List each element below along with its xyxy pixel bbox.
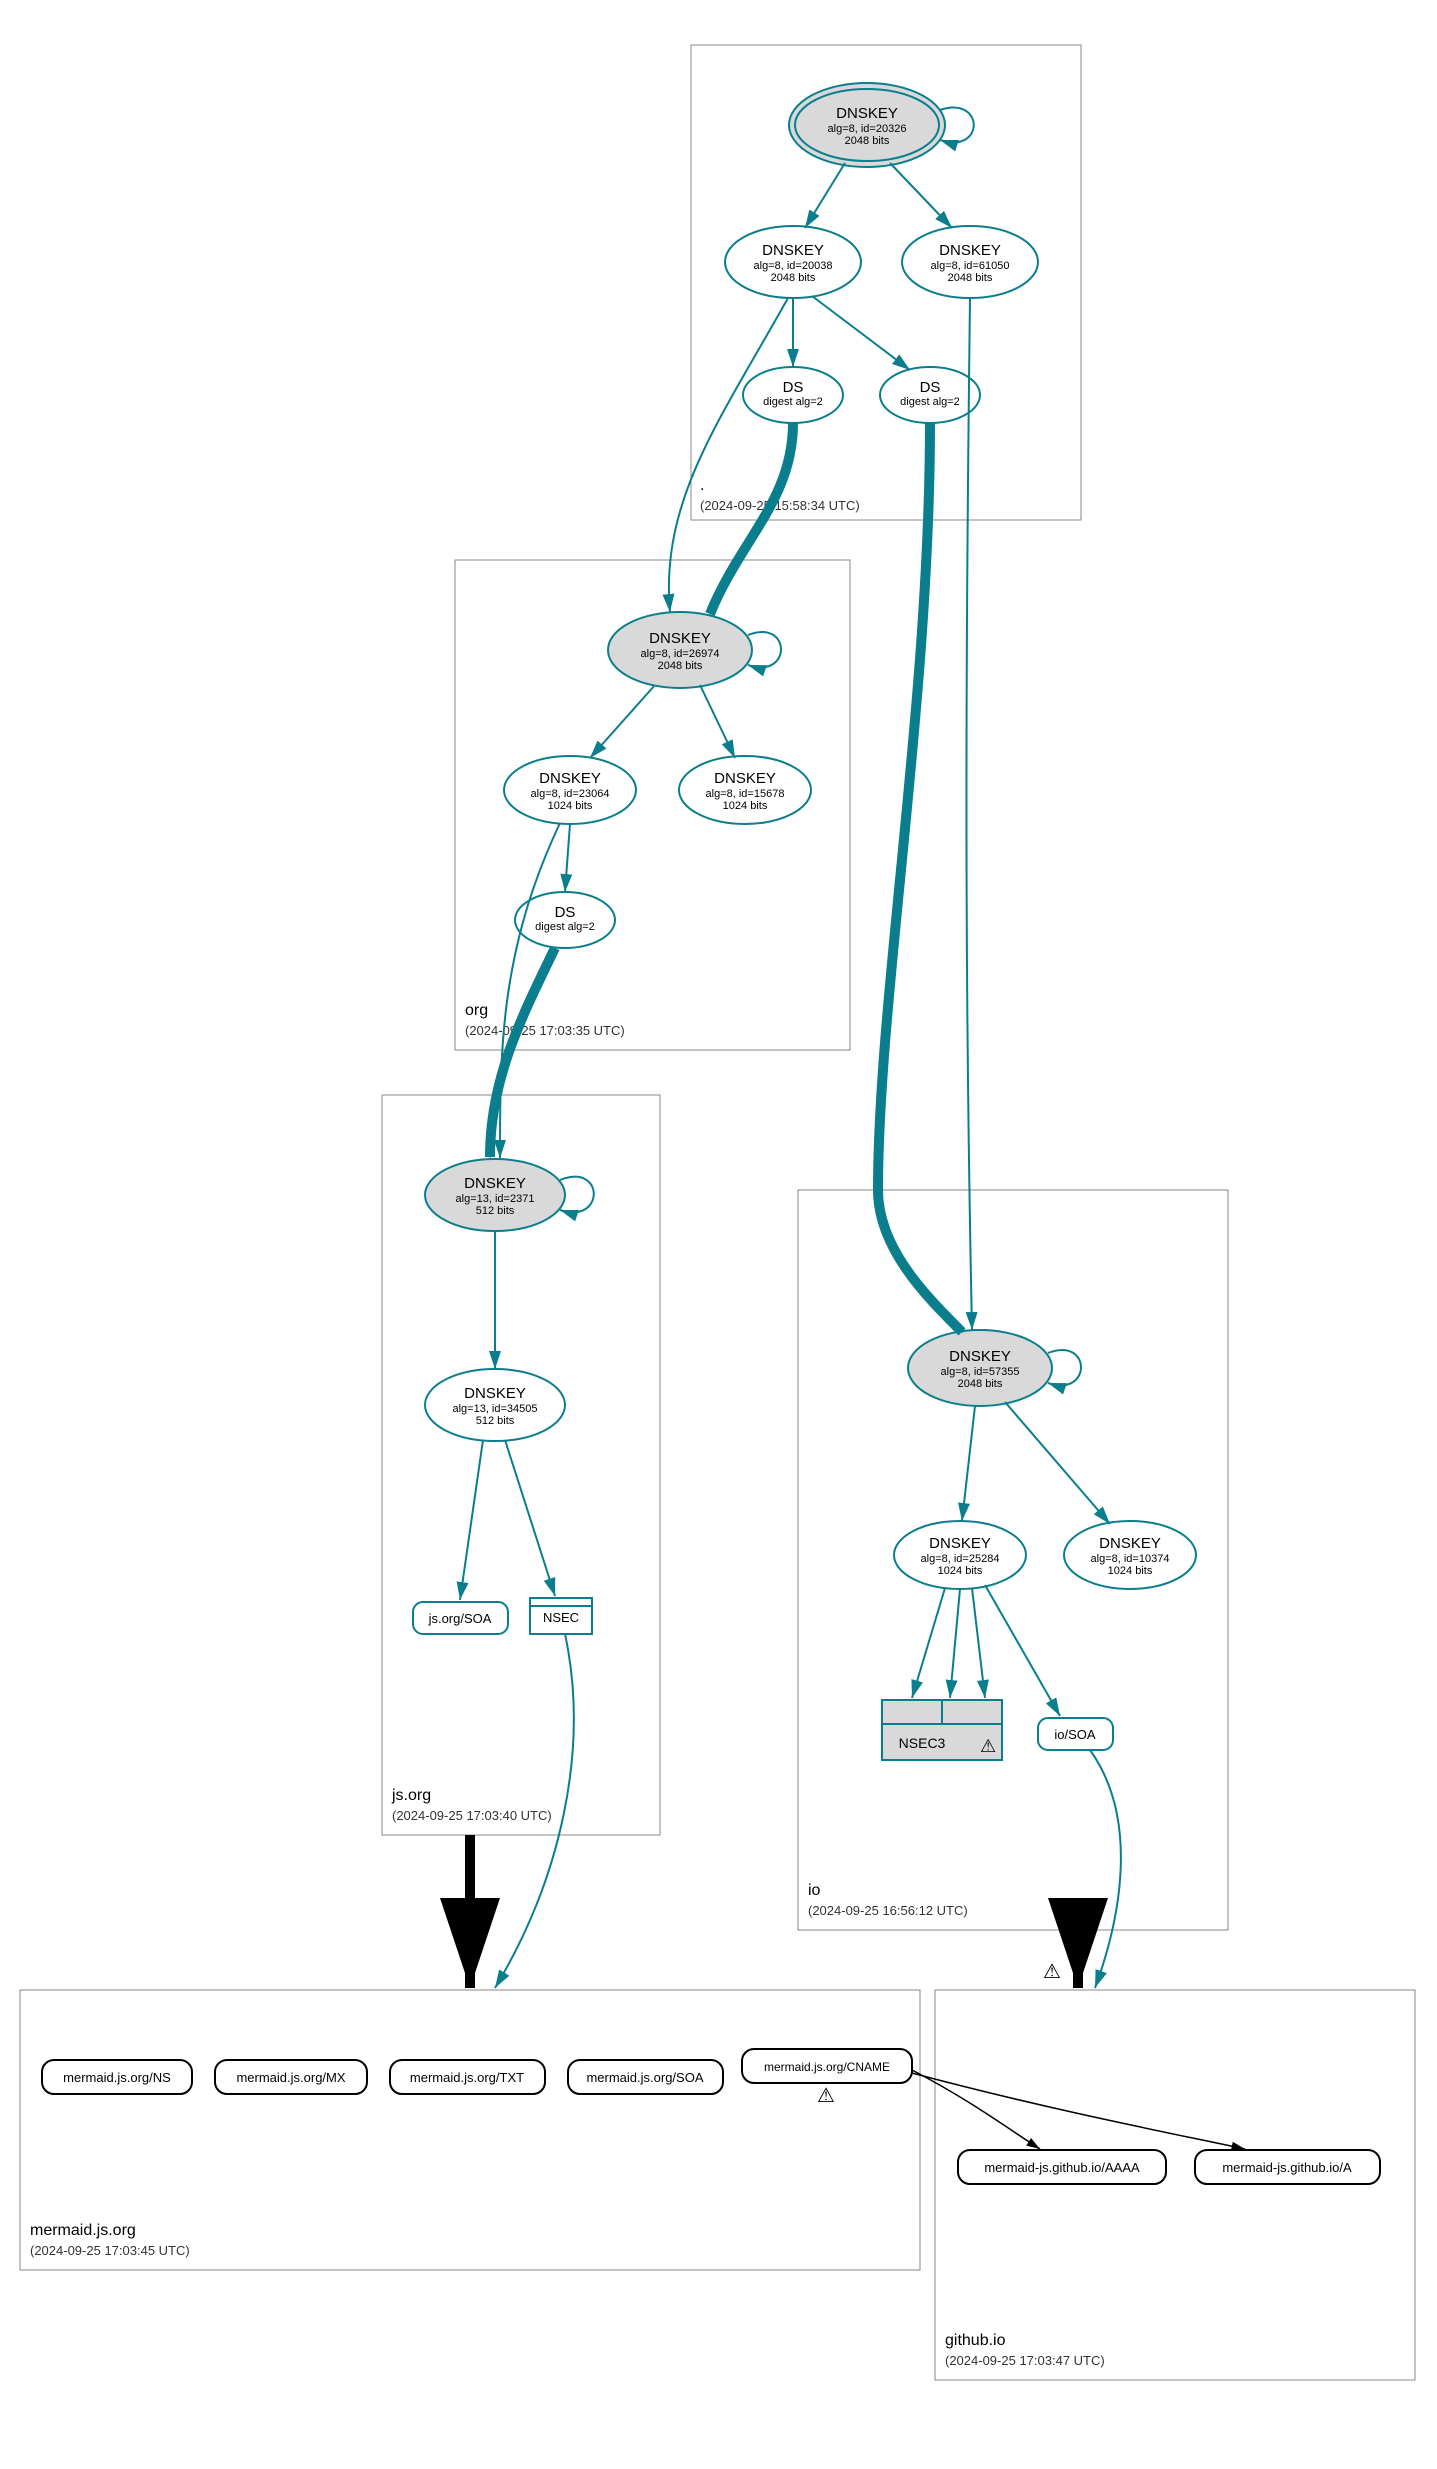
zone-jsorg: js.org (2024-09-25 17:03:40 UTC) DNSKEY …: [382, 1095, 660, 1835]
svg-text:alg=8, id=15678: alg=8, id=15678: [706, 788, 785, 800]
zone-root: . (2024-09-25 15:58:34 UTC) DNSKEY alg=8…: [691, 45, 1081, 520]
svg-text:DNSKEY: DNSKEY: [649, 630, 711, 647]
node-io-ksk[interactable]: DNSKEY alg=8, id=57355 2048 bits: [908, 1330, 1052, 1406]
zone-org-label: org: [465, 1002, 488, 1019]
node-m-txt[interactable]: mermaid.js.org/TXT: [390, 2060, 545, 2094]
svg-text:mermaid.js.org/NS: mermaid.js.org/NS: [63, 2070, 171, 2085]
zone-root-label: .: [700, 477, 704, 494]
node-io-soa[interactable]: io/SOA: [1038, 1718, 1113, 1750]
zone-githubio-time: (2024-09-25 17:03:47 UTC): [945, 2353, 1105, 2368]
svg-text:alg=8, id=61050: alg=8, id=61050: [931, 260, 1010, 272]
node-gh-aaaa[interactable]: mermaid-js.github.io/AAAA: [958, 2150, 1166, 2184]
zone-org-time: (2024-09-25 17:03:35 UTC): [465, 1023, 625, 1038]
zone-githubio-label: github.io: [945, 2332, 1006, 2349]
node-io-zsk2[interactable]: DNSKEY alg=8, id=10374 1024 bits: [1064, 1521, 1196, 1589]
svg-text:DNSKEY: DNSKEY: [464, 1385, 526, 1402]
svg-text:2048 bits: 2048 bits: [845, 135, 890, 147]
warning-icon: ⚠: [1043, 1961, 1061, 1983]
node-gh-a[interactable]: mermaid-js.github.io/A: [1195, 2150, 1380, 2184]
warning-icon: ⚠: [980, 1736, 996, 1756]
svg-text:mermaid.js.org/CNAME: mermaid.js.org/CNAME: [764, 2060, 890, 2074]
svg-text:digest alg=2: digest alg=2: [763, 396, 823, 408]
svg-text:512 bits: 512 bits: [476, 1205, 515, 1217]
node-root-zsk2[interactable]: DNSKEY alg=8, id=61050 2048 bits: [902, 226, 1038, 298]
svg-text:alg=8, id=20326: alg=8, id=20326: [828, 123, 907, 135]
node-m-ns[interactable]: mermaid.js.org/NS: [42, 2060, 192, 2094]
svg-text:js.org/SOA: js.org/SOA: [428, 1611, 492, 1626]
warning-icon: ⚠: [817, 2085, 835, 2107]
svg-text:NSEC3: NSEC3: [899, 1735, 946, 1751]
svg-text:alg=13, id=34505: alg=13, id=34505: [452, 1403, 537, 1415]
svg-text:NSEC: NSEC: [543, 1610, 579, 1625]
svg-text:DS: DS: [920, 379, 941, 396]
node-org-zsk2[interactable]: DNSKEY alg=8, id=15678 1024 bits: [679, 756, 811, 824]
svg-text:mermaid.js.org/SOA: mermaid.js.org/SOA: [586, 2070, 703, 2085]
svg-text:DNSKEY: DNSKEY: [836, 105, 898, 122]
zone-mermaidjsorg-label: mermaid.js.org: [30, 2222, 136, 2239]
node-root-zsk1[interactable]: DNSKEY alg=8, id=20038 2048 bits: [725, 226, 861, 298]
svg-text:1024 bits: 1024 bits: [938, 1565, 983, 1577]
svg-text:DNSKEY: DNSKEY: [949, 1348, 1011, 1365]
svg-text:alg=8, id=20038: alg=8, id=20038: [754, 260, 833, 272]
node-root-ds2[interactable]: DS digest alg=2: [880, 367, 980, 423]
svg-text:DNSKEY: DNSKEY: [939, 242, 1001, 259]
svg-text:DS: DS: [783, 379, 804, 396]
zone-githubio: github.io (2024-09-25 17:03:47 UTC) merm…: [935, 1990, 1415, 2380]
zone-io-time: (2024-09-25 16:56:12 UTC): [808, 1903, 968, 1918]
svg-text:DNSKEY: DNSKEY: [1099, 1535, 1161, 1552]
svg-text:io/SOA: io/SOA: [1054, 1727, 1096, 1742]
svg-text:mermaid-js.github.io/AAAA: mermaid-js.github.io/AAAA: [984, 2160, 1140, 2175]
zone-mermaidjsorg-time: (2024-09-25 17:03:45 UTC): [30, 2243, 190, 2258]
edge-delegation: [878, 423, 930, 1190]
svg-text:1024 bits: 1024 bits: [548, 800, 593, 812]
svg-text:2048 bits: 2048 bits: [948, 272, 993, 284]
zone-root-time: (2024-09-25 15:58:34 UTC): [700, 498, 860, 513]
node-root-ds1[interactable]: DS digest alg=2: [743, 367, 843, 423]
svg-text:alg=8, id=23064: alg=8, id=23064: [531, 788, 610, 800]
svg-text:mermaid.js.org/MX: mermaid.js.org/MX: [236, 2070, 345, 2085]
zone-io-label: io: [808, 1882, 821, 1899]
svg-text:digest alg=2: digest alg=2: [900, 396, 960, 408]
svg-text:alg=13, id=2371: alg=13, id=2371: [456, 1193, 535, 1205]
node-io-nsec3[interactable]: NSEC3 ⚠: [882, 1700, 1002, 1760]
node-io-zsk1[interactable]: DNSKEY alg=8, id=25284 1024 bits: [894, 1521, 1026, 1589]
zone-io: io (2024-09-25 16:56:12 UTC) DNSKEY alg=…: [798, 1190, 1228, 1930]
svg-text:DNSKEY: DNSKEY: [539, 770, 601, 787]
svg-text:alg=8, id=57355: alg=8, id=57355: [941, 1366, 1020, 1378]
svg-text:DNSKEY: DNSKEY: [714, 770, 776, 787]
svg-text:DNSKEY: DNSKEY: [762, 242, 824, 259]
zone-jsorg-label: js.org: [391, 1787, 431, 1804]
zone-org: org (2024-09-25 17:03:35 UTC) DNSKEY alg…: [455, 560, 850, 1050]
zone-mermaidjsorg: mermaid.js.org (2024-09-25 17:03:45 UTC)…: [20, 1990, 920, 2270]
svg-text:DS: DS: [555, 904, 576, 921]
svg-text:alg=8, id=25284: alg=8, id=25284: [921, 1553, 1000, 1565]
svg-text:2048 bits: 2048 bits: [958, 1378, 1003, 1390]
zone-jsorg-time: (2024-09-25 17:03:40 UTC): [392, 1808, 552, 1823]
svg-text:mermaid.js.org/TXT: mermaid.js.org/TXT: [410, 2070, 524, 2085]
node-jsorg-soa[interactable]: js.org/SOA: [413, 1602, 508, 1634]
node-jsorg-zsk[interactable]: DNSKEY alg=13, id=34505 512 bits: [425, 1369, 565, 1441]
svg-text:alg=8, id=26974: alg=8, id=26974: [641, 648, 720, 660]
svg-text:2048 bits: 2048 bits: [771, 272, 816, 284]
node-jsorg-nsec[interactable]: NSEC: [530, 1598, 592, 1634]
svg-text:DNSKEY: DNSKEY: [464, 1175, 526, 1192]
svg-text:512 bits: 512 bits: [476, 1415, 515, 1427]
svg-text:1024 bits: 1024 bits: [723, 800, 768, 812]
node-jsorg-ksk[interactable]: DNSKEY alg=13, id=2371 512 bits: [425, 1159, 565, 1231]
node-m-mx[interactable]: mermaid.js.org/MX: [215, 2060, 367, 2094]
node-m-soa[interactable]: mermaid.js.org/SOA: [568, 2060, 723, 2094]
svg-text:1024 bits: 1024 bits: [1108, 1565, 1153, 1577]
node-org-zsk1[interactable]: DNSKEY alg=8, id=23064 1024 bits: [504, 756, 636, 824]
svg-text:alg=8, id=10374: alg=8, id=10374: [1091, 1553, 1170, 1565]
svg-text:DNSKEY: DNSKEY: [929, 1535, 991, 1552]
node-root-ksk[interactable]: DNSKEY alg=8, id=20326 2048 bits: [789, 83, 945, 167]
svg-text:2048 bits: 2048 bits: [658, 660, 703, 672]
svg-text:mermaid-js.github.io/A: mermaid-js.github.io/A: [1222, 2160, 1352, 2175]
svg-text:digest alg=2: digest alg=2: [535, 921, 595, 933]
node-org-ksk[interactable]: DNSKEY alg=8, id=26974 2048 bits: [608, 612, 752, 688]
